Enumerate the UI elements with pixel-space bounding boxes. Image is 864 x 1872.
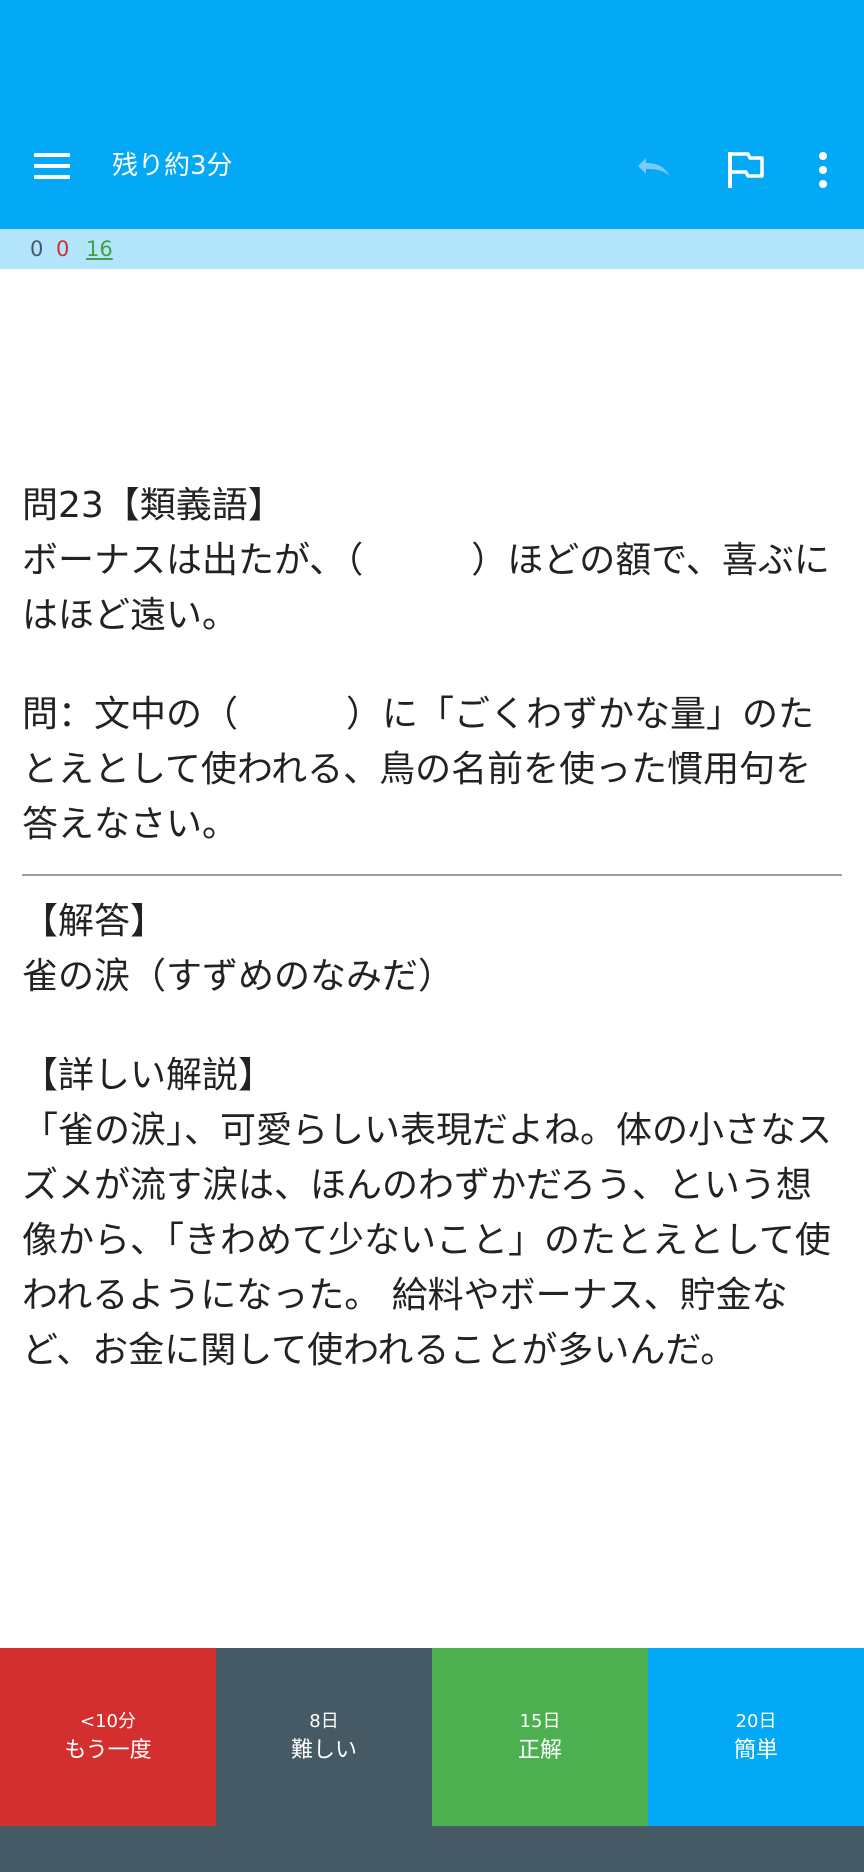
explanation-text: 「雀の涙」、可愛らしい表現だよね。体の小さなスズメが流す涙は、ほんのわずかだろう… bbox=[22, 1110, 833, 1371]
easy-label: 簡単 bbox=[733, 1738, 778, 1763]
hard-label: 難しい bbox=[290, 1738, 357, 1763]
learning-count: 0 bbox=[56, 237, 70, 261]
again-button[interactable]: <10分 もう一度 bbox=[0, 1648, 216, 1826]
good-button[interactable]: 15日 正解 bbox=[432, 1648, 648, 1826]
explanation-heading: 【詳しい解説】 bbox=[22, 1055, 275, 1096]
answer-buttons: <10分 もう一度 8日 難しい 15日 正解 20日 簡単 bbox=[0, 1648, 864, 1826]
more-vertical-icon[interactable] bbox=[810, 150, 836, 190]
hard-interval: 8日 bbox=[309, 1711, 339, 1732]
card-counts-bar: 0 0 16 bbox=[0, 229, 864, 269]
easy-button[interactable]: 20日 簡単 bbox=[648, 1648, 864, 1826]
system-navigation-bar bbox=[0, 1826, 864, 1872]
review-count: 16 bbox=[86, 237, 113, 261]
answer-heading: 【解答】 bbox=[22, 901, 167, 942]
answer-text: 雀の涙（すずめのなみだ） bbox=[22, 956, 455, 997]
card-content: 問23【類義語】 ボーナスは出たが、（ ）ほどの額で、喜ぶにはほど遠い。 問：文… bbox=[22, 478, 842, 1378]
question-prompt: 問：文中の（ ）に「ごくわずかな量」のたとえとして使われる、鳥の名前を使った慣用… bbox=[22, 694, 815, 845]
toolbar: 残り約3分 bbox=[0, 100, 864, 229]
new-count: 0 bbox=[30, 237, 44, 261]
answer-divider bbox=[22, 874, 842, 876]
status-bar bbox=[0, 0, 864, 100]
flag-icon[interactable] bbox=[726, 150, 766, 190]
undo-icon[interactable] bbox=[632, 148, 676, 188]
good-label: 正解 bbox=[517, 1738, 562, 1763]
again-label: もう一度 bbox=[64, 1738, 152, 1763]
again-interval: <10分 bbox=[80, 1711, 136, 1732]
good-interval: 15日 bbox=[519, 1711, 561, 1732]
hard-button[interactable]: 8日 難しい bbox=[216, 1648, 432, 1826]
hamburger-menu-icon[interactable] bbox=[34, 153, 70, 179]
question-sentence: ボーナスは出たが、（ ）ほどの額で、喜ぶにはほど遠い。 bbox=[22, 540, 830, 636]
toolbar-title: 残り約3分 bbox=[112, 151, 233, 181]
easy-interval: 20日 bbox=[735, 1711, 777, 1732]
question-heading: 問23【類義語】 bbox=[22, 485, 284, 526]
